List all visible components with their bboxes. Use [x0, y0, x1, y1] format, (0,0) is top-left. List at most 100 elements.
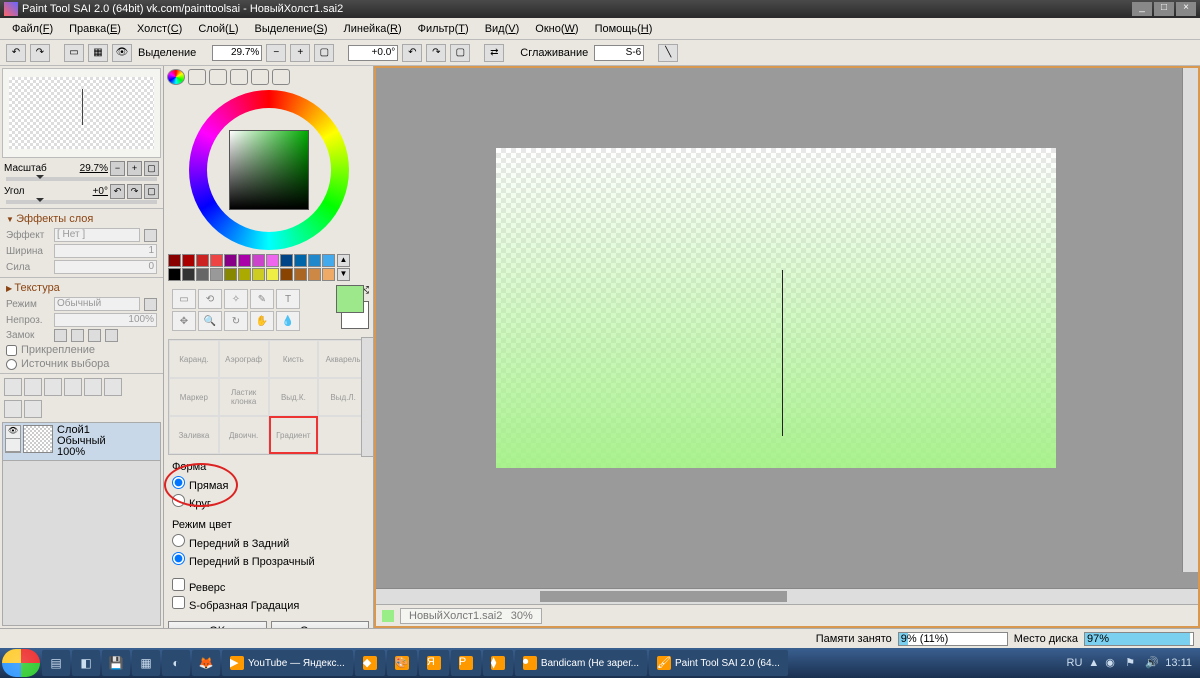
color-square[interactable]: [229, 130, 309, 210]
merge-down-button[interactable]: [4, 400, 22, 418]
hand-tool[interactable]: ✋: [250, 311, 274, 331]
zoom-tool[interactable]: 🔍: [198, 311, 222, 331]
zoom-field[interactable]: [212, 45, 262, 61]
new-vector-button[interactable]: [44, 378, 62, 396]
start-button[interactable]: [2, 649, 40, 677]
close-button[interactable]: ×: [1176, 2, 1196, 16]
swatch[interactable]: [266, 268, 279, 281]
wheel-mode-button[interactable]: [167, 69, 185, 85]
texture-header[interactable]: Текстура: [0, 280, 163, 296]
scratch-mode-button[interactable]: [272, 69, 290, 85]
swatch-up[interactable]: ▲: [337, 254, 350, 267]
flip-h-button[interactable]: ⇄: [484, 44, 504, 62]
menu-файл[interactable]: Файл(F): [4, 21, 61, 37]
picker-tool[interactable]: 💧: [276, 311, 300, 331]
rotate-reset-button[interactable]: ▢: [450, 44, 470, 62]
scale-minus[interactable]: −: [110, 161, 125, 176]
canvas[interactable]: [496, 148, 1056, 468]
pen-tool[interactable]: ✎: [250, 289, 274, 309]
angle-reset[interactable]: ▢: [144, 184, 159, 199]
brush-4[interactable]: Маркер: [169, 378, 219, 416]
shape-circle-radio[interactable]: [172, 494, 185, 507]
rgb-mode-button[interactable]: [188, 69, 206, 85]
swatch[interactable]: [280, 254, 293, 267]
canvas-viewport[interactable]: [376, 68, 1198, 588]
tray-icon-2[interactable]: ⚑: [1125, 656, 1139, 670]
brush-9[interactable]: Двоичн.: [219, 416, 269, 454]
brush-1[interactable]: Аэрограф: [219, 340, 269, 378]
swatch[interactable]: [266, 254, 279, 267]
swatch[interactable]: [168, 254, 181, 267]
reverse-option[interactable]: Реверс: [172, 577, 365, 595]
lock-3[interactable]: [88, 329, 101, 342]
navigator[interactable]: [2, 68, 161, 158]
scale-reset[interactable]: ▢: [144, 161, 159, 176]
task-item[interactable]: P: [451, 650, 481, 676]
clock[interactable]: 13:11: [1165, 657, 1192, 669]
brush-8[interactable]: Заливка: [169, 416, 219, 454]
swatch[interactable]: [196, 268, 209, 281]
pin-app6[interactable]: 🦊: [192, 650, 220, 676]
zoom-fit-button[interactable]: ▢: [314, 44, 334, 62]
v-scrollbar[interactable]: [1182, 68, 1198, 572]
task-item[interactable]: ◆: [355, 650, 385, 676]
brush-scroll[interactable]: [361, 337, 374, 457]
maximize-button[interactable]: □: [1154, 2, 1174, 16]
undo-button[interactable]: ↶: [6, 44, 26, 62]
lasso-tool[interactable]: ⟲: [198, 289, 222, 309]
brush-2[interactable]: Кисть: [269, 340, 319, 378]
ok-button[interactable]: OK: [168, 621, 267, 628]
show-sel-button[interactable]: 👁: [112, 44, 132, 62]
tex-op-field[interactable]: 100%: [54, 313, 157, 327]
mask-button[interactable]: [64, 378, 82, 396]
swatch[interactable]: [280, 268, 293, 281]
sgrad-option[interactable]: S-образная Градация: [172, 595, 365, 613]
angle-ccw[interactable]: ↶: [110, 184, 125, 199]
color-swap[interactable]: ⤭: [336, 285, 369, 329]
task-item[interactable]: ▶YouTube — Яндекс...: [222, 650, 353, 676]
angle-slider[interactable]: [6, 200, 157, 204]
pin-explorer[interactable]: ▤: [42, 650, 70, 676]
smoothing-field[interactable]: [594, 45, 644, 61]
lock-2[interactable]: [71, 329, 84, 342]
menu-помощь[interactable]: Помощь(H): [587, 21, 661, 37]
layer-fx-header[interactable]: Эффекты слоя: [0, 211, 163, 227]
fx-width-field[interactable]: 1: [54, 244, 157, 258]
menu-фильтр[interactable]: Фильтр(T): [410, 21, 477, 37]
swatch[interactable]: [224, 268, 237, 281]
system-tray[interactable]: RU ▲ ◉ ⚑ 🔊 13:11: [1061, 656, 1199, 670]
task-item[interactable]: ⏺Bandicam (Не зарег...: [515, 650, 647, 676]
swatch[interactable]: [224, 254, 237, 267]
swatch[interactable]: [294, 268, 307, 281]
move-tool[interactable]: ✥: [172, 311, 196, 331]
pin-app4[interactable]: ▦: [132, 650, 160, 676]
task-item[interactable]: 🎨: [387, 650, 417, 676]
shape-circle-option[interactable]: Круг: [172, 493, 365, 511]
tray-sound-icon[interactable]: 🔊: [1145, 656, 1159, 670]
tray-up-icon[interactable]: ▲: [1088, 657, 1099, 669]
tex-mode-btn[interactable]: [144, 298, 157, 311]
new-folder-button[interactable]: [24, 378, 42, 396]
swatch-mode-button[interactable]: [251, 69, 269, 85]
scale-plus[interactable]: +: [127, 161, 142, 176]
layer-visibility[interactable]: 👁: [5, 425, 21, 453]
brush-6[interactable]: Выд.К.: [269, 378, 319, 416]
fg-color[interactable]: [336, 285, 364, 313]
lock-1[interactable]: [54, 329, 67, 342]
deselect-button[interactable]: ▭: [64, 44, 84, 62]
menu-холст[interactable]: Холст(C): [129, 21, 190, 37]
swatch[interactable]: [308, 268, 321, 281]
brush-10[interactable]: Градиент: [269, 416, 319, 454]
menu-правка[interactable]: Правка(E): [61, 21, 129, 37]
rect-sel-tool[interactable]: ▭: [172, 289, 196, 309]
doc-tab[interactable]: НовыйХолст1.sai2 30%: [400, 608, 542, 624]
swatch[interactable]: [196, 254, 209, 267]
rotate-tool[interactable]: ↻: [224, 311, 248, 331]
tray-icon-1[interactable]: ◉: [1105, 656, 1119, 670]
brush-0[interactable]: Каранд.: [169, 340, 219, 378]
swatch[interactable]: [238, 254, 251, 267]
fx-effect-field[interactable]: [ Нет ]: [54, 228, 140, 242]
swatch[interactable]: [168, 268, 181, 281]
brush-5[interactable]: Ластик клонка: [219, 378, 269, 416]
swatch[interactable]: [252, 254, 265, 267]
